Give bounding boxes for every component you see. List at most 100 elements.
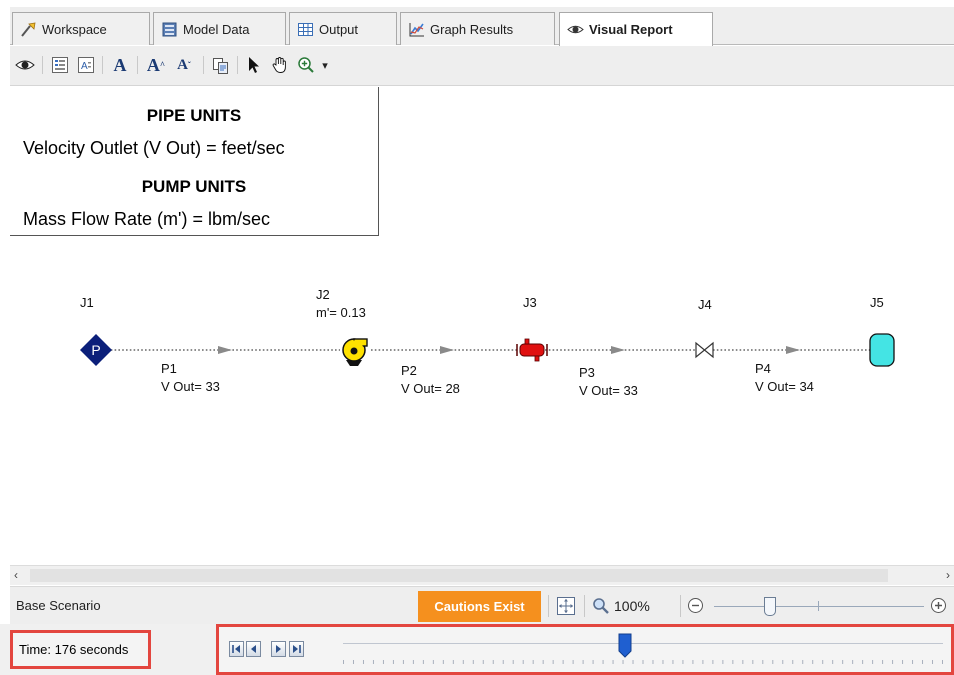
scroll-right-icon[interactable]: › (946, 568, 950, 582)
junction-j3-heat-exchanger-icon[interactable] (516, 338, 548, 362)
time-slider-panel (216, 624, 954, 675)
skip-to-end-icon (293, 645, 301, 653)
select-tool-button[interactable] (243, 54, 265, 76)
status-separator (680, 595, 681, 617)
svg-text:A: A (81, 61, 88, 72)
font-button[interactable]: A (108, 54, 132, 76)
pipe-p4-label: P4 (755, 361, 771, 376)
flow-arrow-icon (440, 346, 454, 354)
tab-label: Output (319, 21, 359, 37)
scroll-left-icon[interactable]: ‹ (14, 568, 18, 582)
junction-j1-label: J1 (80, 295, 94, 310)
pipe-p1-result: V Out= 33 (161, 379, 220, 394)
pipe-p2-result: V Out= 28 (401, 381, 460, 396)
hand-icon (272, 57, 286, 73)
text-box-icon: A (78, 57, 94, 73)
visual-report-canvas[interactable]: PIPE UNITS Velocity Outlet (V Out) = fee… (10, 87, 954, 565)
toolbar-separator (203, 56, 204, 74)
flow-arrow-icon (611, 346, 625, 354)
caret-up-icon: ^ (159, 60, 166, 70)
step-forward-icon (276, 645, 281, 653)
tab-graph-results[interactable]: Graph Results (400, 12, 555, 45)
text-box-button[interactable]: A (76, 54, 96, 76)
junction-j4-valve-icon[interactable] (695, 341, 714, 359)
model-data-icon (161, 21, 178, 38)
eye-icon (567, 21, 584, 38)
tab-label: Model Data (183, 21, 250, 37)
decrease-font-icon: A (177, 56, 188, 73)
horizontal-scrollbar[interactable]: ‹ › (10, 565, 954, 585)
increase-font-icon: A (146, 54, 160, 75)
zoom-slider-tick (818, 601, 819, 611)
zoom-dropdown-button[interactable]: ▾ (318, 54, 332, 76)
tab-bar: Workspace Model Data Output Graph Result… (0, 0, 954, 46)
next-step-button[interactable] (271, 641, 286, 657)
output-table-icon (297, 21, 314, 38)
copy-button[interactable] (209, 54, 231, 76)
zoom-slider-thumb[interactable] (764, 597, 776, 616)
junction-j2-pump-icon[interactable] (342, 338, 368, 366)
workspace-icon (20, 21, 37, 38)
junction-j3-label: J3 (523, 295, 537, 310)
time-display: Time: 176 seconds (10, 630, 151, 669)
junction-j4-label: J4 (698, 297, 712, 312)
show-hide-button[interactable] (14, 54, 36, 76)
eye-icon (15, 60, 35, 70)
junction-j2-label: J2 (316, 287, 330, 302)
decrease-font-button[interactable]: Aˇ (172, 54, 196, 76)
scenario-name: Base Scenario (16, 598, 101, 613)
zoom-in-button[interactable] (930, 597, 947, 617)
tab-label: Visual Report (589, 22, 673, 37)
legend-icon (52, 57, 68, 73)
plus-circle-icon (931, 598, 946, 613)
cautions-exist-badge[interactable]: Cautions Exist (418, 591, 541, 622)
zoom-in-icon (298, 57, 314, 73)
time-slider-thumb[interactable] (618, 633, 632, 658)
flow-arrow-icon (786, 346, 800, 354)
toolbar-separator (137, 56, 138, 74)
time-label: Time: 176 seconds (19, 642, 129, 657)
copy-icon (212, 57, 228, 74)
zoom-level: 100% (614, 598, 650, 614)
zoom-slider-track[interactable] (714, 606, 924, 607)
increase-font-button[interactable]: A ^ (144, 54, 168, 76)
toolbar-separator (102, 56, 103, 74)
tab-output[interactable]: Output (289, 12, 397, 45)
previous-step-button[interactable] (246, 641, 261, 657)
pipe-network: P (80, 333, 895, 367)
time-slider-ticks (343, 660, 943, 664)
step-back-icon (251, 645, 256, 653)
tab-model-data[interactable]: Model Data (153, 12, 286, 45)
tab-visual-report[interactable]: Visual Report (559, 12, 713, 46)
status-separator (548, 595, 549, 617)
fit-to-window-icon (557, 597, 575, 615)
time-controls-panel: Time: 176 seconds (0, 624, 954, 675)
pipe-p3-result: V Out= 33 (579, 383, 638, 398)
tab-label: Graph Results (430, 21, 514, 37)
junction-j5-tank-icon[interactable] (869, 333, 895, 367)
graph-icon (408, 21, 425, 38)
pointer-arrow-icon (249, 57, 259, 73)
status-bar: Base Scenario Cautions Exist 100% (10, 586, 954, 624)
legend-button[interactable] (50, 54, 70, 76)
junction-j2-result: m'= 0.13 (316, 305, 366, 320)
tab-label: Workspace (42, 21, 107, 37)
zoom-tool-button[interactable] (295, 54, 317, 76)
tab-workspace[interactable]: Workspace (12, 12, 150, 45)
pan-tool-button[interactable] (269, 54, 291, 76)
pipe-p4-result: V Out= 34 (755, 379, 814, 394)
zoom-search-icon[interactable] (592, 597, 610, 618)
minus-circle-icon (688, 598, 703, 613)
toolbar: A A A ^ Aˇ ▾ (10, 46, 954, 86)
caret-down-icon: ˇ (187, 60, 191, 70)
pipe-p2-label: P2 (401, 363, 417, 378)
chevron-down-icon: ▾ (322, 59, 328, 72)
time-slider-track[interactable] (343, 643, 943, 644)
junction-j1-pressure-icon[interactable]: P (80, 334, 112, 366)
last-step-button[interactable] (289, 641, 304, 657)
zoom-out-button[interactable] (687, 597, 704, 617)
scrollbar-thumb[interactable] (30, 569, 888, 582)
fit-to-window-button[interactable] (556, 596, 576, 619)
status-separator (584, 595, 585, 617)
first-step-button[interactable] (229, 641, 244, 657)
